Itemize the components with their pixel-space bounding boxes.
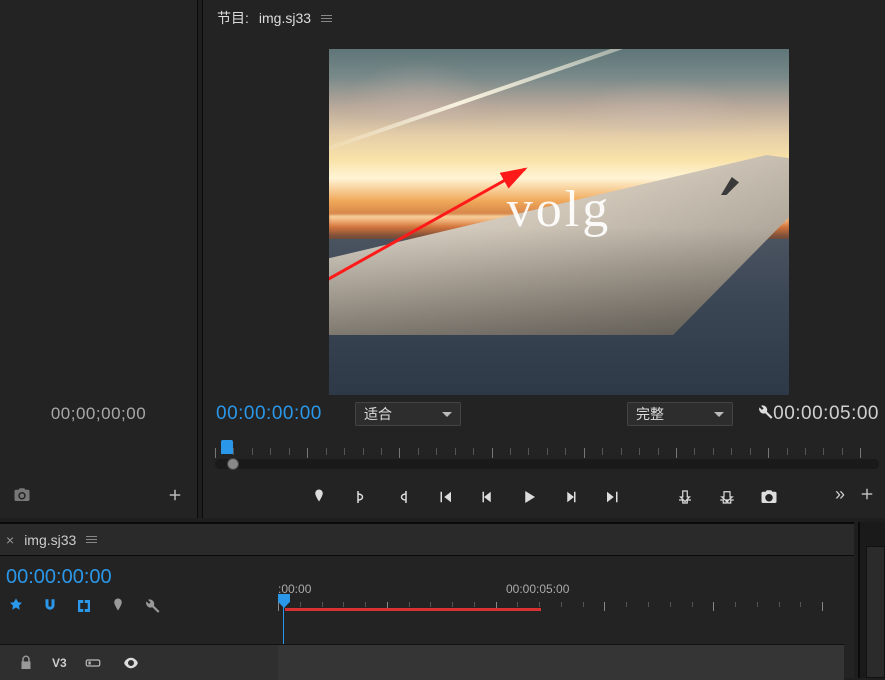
- program-label-name: img.sj33: [259, 10, 311, 26]
- program-tc-out: 00:00:05:00: [773, 403, 879, 425]
- export-frame-icon[interactable]: [757, 485, 781, 509]
- step-fwd-icon[interactable]: [559, 485, 583, 509]
- plus-icon[interactable]: [163, 483, 187, 507]
- mark-in-icon[interactable]: [349, 485, 373, 509]
- timeline-ruler[interactable]: :00:00 00:00:05:00: [278, 582, 844, 602]
- program-tc-in[interactable]: 00:00:00:00: [216, 403, 322, 425]
- mark-out-icon[interactable]: [391, 485, 415, 509]
- nest-icon[interactable]: [6, 596, 26, 616]
- chevron-down-icon: [442, 412, 452, 417]
- ruler-label-0: :00:00: [278, 582, 311, 596]
- lift-icon[interactable]: [673, 485, 697, 509]
- side-panel: [858, 522, 885, 678]
- timeline-panel: × img.sj33 00:00:00:00 :00:00 00:00:05:0…: [0, 522, 854, 678]
- source-bottom-bar: [0, 484, 197, 506]
- marker-icon[interactable]: [108, 596, 128, 616]
- play-icon[interactable]: [517, 485, 541, 509]
- program-panel: 节目: img.sj33 volg 00:00:00:00 适合 完整 00:0…: [202, 0, 885, 518]
- menu-icon[interactable]: [321, 15, 332, 22]
- magnet-icon[interactable]: [40, 596, 60, 616]
- program-header: 节目: img.sj33: [217, 8, 332, 28]
- program-label-prefix: 节目:: [217, 8, 249, 28]
- source-timecode: 00;00;00;00: [0, 404, 197, 424]
- close-icon[interactable]: ×: [6, 532, 14, 548]
- program-playhead[interactable]: [221, 440, 233, 454]
- program-zoom-scroll[interactable]: [215, 459, 879, 469]
- track-label: V3: [52, 656, 67, 670]
- timeline-timecode[interactable]: 00:00:00:00: [6, 566, 112, 589]
- side-panel-content[interactable]: [866, 546, 885, 678]
- resolution-select[interactable]: 完整: [627, 402, 733, 426]
- track-header-v3[interactable]: V3: [0, 644, 278, 680]
- timeline-tabbar: × img.sj33: [0, 524, 854, 556]
- more-icon[interactable]: »: [835, 485, 845, 503]
- extract-icon[interactable]: [715, 485, 739, 509]
- goto-out-icon[interactable]: [601, 485, 625, 509]
- wrench-icon[interactable]: [142, 596, 162, 616]
- work-area-bar[interactable]: [285, 608, 541, 611]
- marker-icon[interactable]: [307, 485, 331, 509]
- transport-extras: »: [835, 482, 879, 506]
- toggle-track-icon[interactable]: [81, 651, 105, 675]
- title-overlay-text: volg: [329, 180, 789, 239]
- source-panel: 00;00;00;00: [0, 0, 198, 518]
- link-selection-icon[interactable]: [74, 596, 94, 616]
- track-body-v3[interactable]: [278, 644, 844, 680]
- resolution-value: 完整: [636, 404, 664, 424]
- zoom-fit-value: 适合: [364, 404, 392, 424]
- button-editor-plus-icon[interactable]: [855, 482, 879, 506]
- camera-icon[interactable]: [10, 483, 34, 507]
- eye-icon[interactable]: [119, 651, 143, 675]
- transport-controls: [203, 480, 885, 514]
- program-monitor[interactable]: volg: [329, 49, 789, 395]
- menu-icon[interactable]: [86, 536, 97, 543]
- lock-icon[interactable]: [14, 651, 38, 675]
- zoom-fit-select[interactable]: 适合: [355, 402, 461, 426]
- goto-in-icon[interactable]: [433, 485, 457, 509]
- zoom-handle[interactable]: [227, 458, 239, 470]
- ruler-label-1: 00:00:05:00: [506, 582, 569, 596]
- chevron-down-icon: [714, 412, 724, 417]
- timeline-tools: [6, 596, 162, 616]
- timeline-tab-name[interactable]: img.sj33: [24, 532, 76, 548]
- step-back-icon[interactable]: [475, 485, 499, 509]
